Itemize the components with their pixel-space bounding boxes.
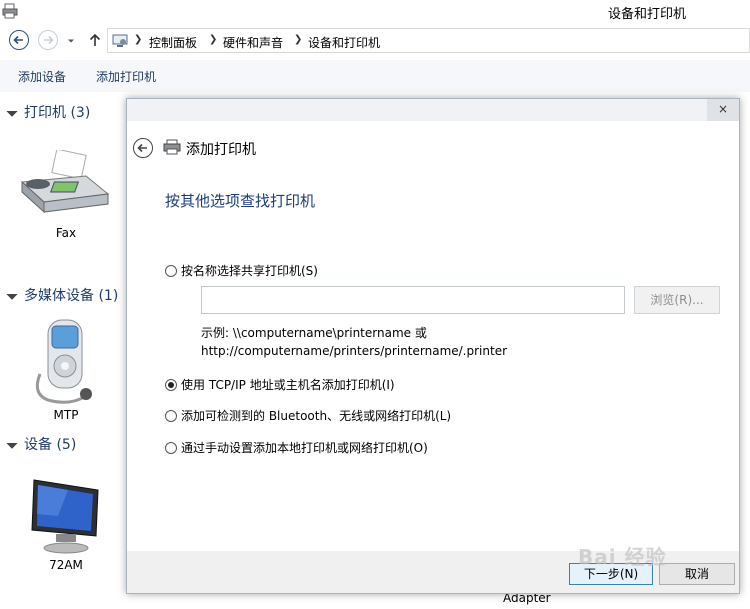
watermark: Bai 经验: [578, 545, 667, 569]
device-label-mtp[interactable]: MTP: [26, 408, 106, 422]
option-local-manual[interactable]: 通过手动设置添加本地打印机或网络打印机(O): [165, 439, 428, 456]
option-label: 使用 TCP/IP 地址或主机名添加打印机(I): [181, 378, 395, 392]
device-label-fax[interactable]: Fax: [26, 226, 106, 240]
arrow-right-icon: [44, 35, 54, 45]
chevron-right-icon: ❯: [294, 34, 303, 45]
radio-button[interactable]: [165, 410, 177, 422]
option-bluetooth-wireless-network[interactable]: 添加可检测到的 Bluetooth、无线或网络打印机(L): [165, 407, 451, 424]
group-header-label: 多媒体设备 (1): [24, 288, 119, 304]
radio-button[interactable]: [165, 442, 177, 454]
device-label-72am[interactable]: 72AM: [26, 558, 106, 572]
example-line-2: http://computername/printers/printername…: [201, 344, 508, 358]
arrow-left-icon: [137, 143, 147, 153]
radio-button[interactable]: [165, 265, 177, 277]
printer-icon: [163, 139, 181, 155]
group-header-label: 打印机 (3): [24, 105, 91, 121]
close-button[interactable]: ×: [707, 99, 739, 121]
command-bar: 添加设备 添加打印机: [0, 60, 750, 92]
back-button[interactable]: [9, 30, 29, 50]
chevron-right-icon: ❯: [209, 34, 218, 45]
collapse-triangle-icon: [6, 288, 18, 300]
forward-button[interactable]: [38, 30, 58, 50]
title-bar: 设备和打印机: [0, 0, 750, 24]
breadcrumb-devices-printers[interactable]: 设备和打印机: [308, 34, 380, 51]
breadcrumb-hardware-sound[interactable]: 硬件和声音: [223, 34, 283, 51]
option-label: 按名称选择共享打印机(S): [181, 264, 318, 278]
browse-button[interactable]: 浏览(R)...: [634, 286, 720, 314]
media-player-icon[interactable]: [30, 314, 100, 406]
group-header-label: 设备 (5): [24, 437, 77, 453]
address-bar[interactable]: ❯ 控制面板 ❯ 硬件和声音 ❯ 设备和打印机: [107, 28, 750, 53]
dialog-title-bar: ×: [127, 99, 739, 121]
add-device-button[interactable]: 添加设备: [18, 68, 66, 85]
up-arrow-icon[interactable]: [88, 32, 102, 48]
dialog-back-button[interactable]: [133, 138, 153, 158]
example-line-1: 示例: \\computername\printername 或: [201, 326, 427, 340]
fax-icon[interactable]: [16, 150, 112, 220]
collapse-triangle-icon: [6, 437, 18, 449]
shared-printer-name-input[interactable]: [201, 286, 625, 314]
breadcrumb-control-panel[interactable]: 控制面板: [149, 34, 197, 51]
option-label: 添加可检测到的 Bluetooth、无线或网络打印机(L): [181, 409, 452, 423]
address-row: ❯ 控制面板 ❯ 硬件和声音 ❯ 设备和打印机: [0, 26, 750, 56]
dialog-title: 添加打印机: [186, 142, 256, 158]
add-printer-button[interactable]: 添加打印机: [96, 68, 156, 85]
control-panel-icon: [112, 34, 128, 47]
window-title: 设备和打印机: [607, 7, 686, 22]
collapse-triangle-icon: [6, 105, 18, 117]
dialog-heading: 按其他选项查找打印机: [165, 192, 316, 210]
group-header-devices[interactable]: 设备 (5): [6, 434, 77, 454]
monitor-icon[interactable]: [28, 476, 104, 556]
option-label: 通过手动设置添加本地打印机或网络打印机(O): [181, 441, 428, 455]
recent-locations-dropdown-icon[interactable]: [66, 36, 76, 46]
radio-button-selected[interactable]: [165, 379, 177, 391]
option-tcpip-hostname[interactable]: 使用 TCP/IP 地址或主机名添加打印机(I): [165, 376, 395, 393]
option-shared-printer-by-name[interactable]: 按名称选择共享打印机(S): [165, 262, 318, 279]
example-text: 示例: \\computername\printername 或 http://…: [201, 324, 507, 360]
add-printer-dialog: × 添加打印机 按其他选项查找打印机 按名称选择共享打印机(S) 浏览(R)..…: [126, 98, 740, 594]
group-header-multimedia[interactable]: 多媒体设备 (1): [6, 285, 119, 305]
group-header-printers[interactable]: 打印机 (3): [6, 102, 91, 122]
chevron-right-icon: ❯: [134, 34, 143, 45]
arrow-left-icon: [13, 35, 23, 45]
cancel-button[interactable]: 取消: [659, 563, 735, 585]
